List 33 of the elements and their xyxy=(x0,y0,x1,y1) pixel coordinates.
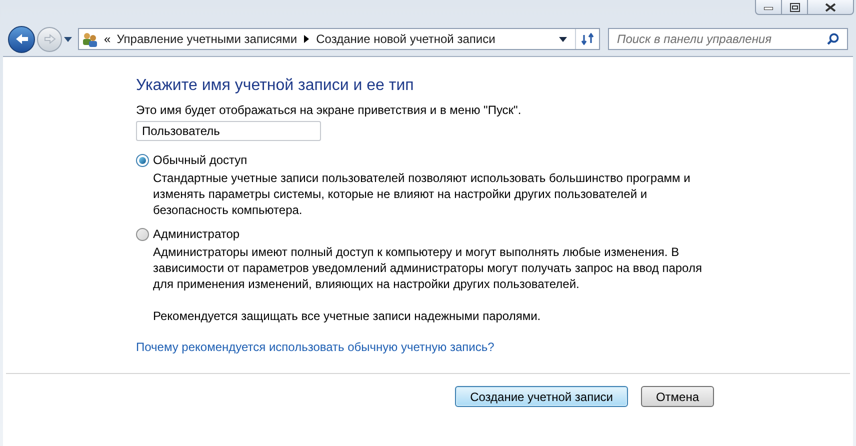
cancel-button[interactable]: Отмена xyxy=(641,386,714,407)
address-dropdown-icon[interactable] xyxy=(559,36,567,42)
breadcrumb-overflow[interactable]: « xyxy=(104,30,111,48)
maximize-button[interactable] xyxy=(782,0,808,15)
users-icon xyxy=(82,31,98,47)
forward-arrow-icon xyxy=(44,34,56,44)
name-field[interactable]: Пользователь xyxy=(136,121,321,141)
refresh-icon xyxy=(580,33,594,45)
radio-label: Администратор xyxy=(153,227,240,242)
radio-button[interactable] xyxy=(136,154,149,167)
maximize-icon xyxy=(790,2,800,12)
history-dropdown-icon[interactable] xyxy=(64,36,72,42)
search-box[interactable]: Поиск в панели управления xyxy=(608,28,848,50)
close-button[interactable] xyxy=(808,0,854,15)
back-arrow-icon xyxy=(14,33,28,45)
minimize-icon xyxy=(764,7,773,10)
minimize-button[interactable] xyxy=(755,0,782,15)
breadcrumb-arrow-icon[interactable] xyxy=(304,35,310,43)
recommendation-text: Рекомендуется защищать все учетные записи надежными паролями. xyxy=(152,309,542,324)
create-account-button[interactable]: Создание учетной записи xyxy=(455,386,628,407)
page-heading: Укажите имя учетной записи и ее тип xyxy=(136,76,415,96)
option-description: Администраторы имеют полный доступ к компьютеру и могут выполнять любые изменения. В зависимости от параметров уведомлений администраторы могут получать запрос на ввод пароля для применения изменений, влияющих на настройки других пользователей. xyxy=(152,244,703,292)
search-icon[interactable] xyxy=(827,33,839,45)
breadcrumb-item[interactable]: Управление учетными записями xyxy=(116,30,298,48)
radio-label: Обычный доступ xyxy=(153,153,248,168)
radio-button[interactable] xyxy=(136,228,149,241)
search-field[interactable]: Поиск в панели управления xyxy=(617,30,827,48)
breadcrumb-item[interactable]: Создание новой учетной записи xyxy=(316,30,496,48)
option-description: Стандартные учетные записи пользователей позволяют использовать большинство программ и изменять параметры системы, которые не влияют на настройки других пользователей и безопасность компьютера. xyxy=(152,170,692,218)
back-button[interactable] xyxy=(8,26,35,52)
name-prompt: Это имя будет отображаться на экране приветствия и в меню "Пуск". xyxy=(136,103,522,118)
close-icon xyxy=(825,2,836,12)
help-link[interactable]: Почему рекомендуется использовать обычную учетную запись? xyxy=(136,340,853,355)
